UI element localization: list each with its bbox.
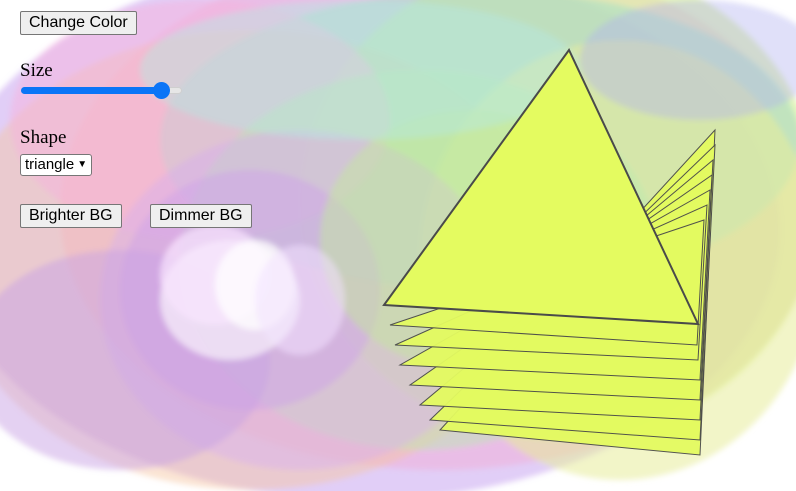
change-color-button[interactable]: Change Color <box>20 11 137 35</box>
dimmer-bg-button[interactable]: Dimmer BG <box>150 204 252 228</box>
control-panel: Change Color Size Shape triangle ▼ Brigh… <box>0 0 300 491</box>
chevron-down-icon: ▼ <box>77 159 88 170</box>
slider-thumb[interactable] <box>153 82 170 99</box>
size-label: Size <box>20 60 53 81</box>
size-slider[interactable] <box>21 82 182 100</box>
brighter-bg-button[interactable]: Brighter BG <box>20 204 122 228</box>
shape-select-value: triangle <box>25 156 75 173</box>
shape-label: Shape <box>20 127 67 148</box>
slider-fill <box>21 87 161 94</box>
shape-select[interactable]: triangle ▼ <box>20 154 93 176</box>
